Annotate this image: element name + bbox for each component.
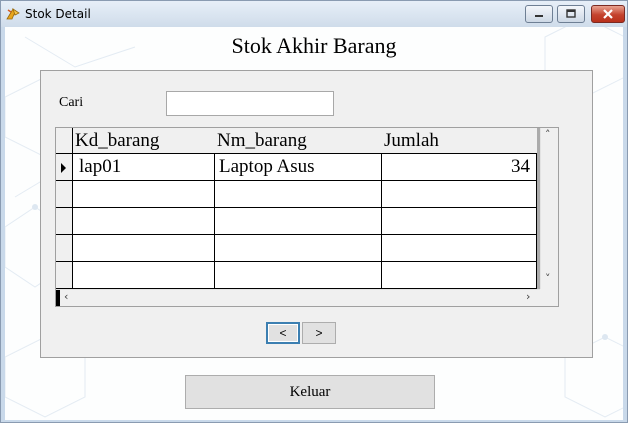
- search-label: Cari: [59, 95, 84, 110]
- row-header[interactable]: [56, 181, 73, 208]
- grid-corner-header[interactable]: [56, 128, 73, 154]
- cell-kd-barang[interactable]: lap01: [73, 154, 215, 181]
- title-bar[interactable]: Stok Detail: [1, 1, 627, 27]
- previous-page-button[interactable]: <: [266, 322, 300, 344]
- vertical-scrollbar[interactable]: ˄ ˅: [540, 128, 558, 290]
- stock-data-grid[interactable]: Kd_barang Nm_barang Jumlah lap01 Laptop …: [55, 127, 559, 307]
- table-row[interactable]: lap01 Laptop Asus 34: [56, 154, 537, 181]
- table-row[interactable]: [56, 208, 537, 235]
- cell-jumlah[interactable]: [382, 235, 537, 262]
- stock-panel: Cari Kd_barang Nm_barang Jumlah lap01 La…: [40, 70, 593, 358]
- cell-kd-barang[interactable]: [73, 235, 215, 262]
- cell-kd-barang[interactable]: [73, 208, 215, 235]
- column-header-jumlah[interactable]: Jumlah: [382, 128, 537, 154]
- cell-jumlah[interactable]: 34: [382, 154, 537, 181]
- scroll-up-icon[interactable]: ˄: [545, 128, 551, 141]
- cell-nm-barang[interactable]: Laptop Asus: [215, 154, 382, 181]
- scroll-down-icon[interactable]: ˅: [545, 272, 551, 285]
- app-icon: [6, 8, 20, 20]
- current-row-pointer-icon: [61, 163, 66, 173]
- cell-jumlah[interactable]: [382, 208, 537, 235]
- table-row[interactable]: [56, 235, 537, 262]
- scroll-right-icon[interactable]: ›: [526, 290, 530, 303]
- app-window: Stok Detail Stok Akhir Barang Cari Kd_ba…: [0, 0, 628, 423]
- row-header[interactable]: [56, 262, 73, 289]
- cell-jumlah[interactable]: [382, 262, 537, 289]
- horizontal-scrollbar[interactable]: ‹ ›: [56, 289, 541, 306]
- cell-nm-barang[interactable]: [215, 235, 382, 262]
- cell-kd-barang[interactable]: [73, 181, 215, 208]
- row-header[interactable]: [56, 208, 73, 235]
- cell-nm-barang[interactable]: [215, 181, 382, 208]
- page-title: Stok Akhir Barang: [231, 33, 397, 58]
- form-client-area: Stok Akhir Barang Cari Kd_barang Nm_bara…: [5, 27, 623, 420]
- row-header[interactable]: [56, 154, 73, 181]
- maximize-icon: [566, 9, 576, 18]
- window-title: Stok Detail: [25, 7, 91, 21]
- table-row[interactable]: [56, 181, 537, 208]
- grid-header-row: Kd_barang Nm_barang Jumlah: [56, 128, 537, 154]
- column-header-kd-barang[interactable]: Kd_barang: [73, 128, 215, 154]
- close-button[interactable]: [591, 5, 625, 23]
- minimize-button[interactable]: [525, 5, 553, 23]
- cell-jumlah[interactable]: [382, 181, 537, 208]
- exit-button[interactable]: Keluar: [185, 375, 435, 409]
- scrollbar-corner: [540, 289, 558, 306]
- search-input[interactable]: [166, 91, 334, 116]
- cell-kd-barang[interactable]: [73, 262, 215, 289]
- row-header[interactable]: [56, 235, 73, 262]
- grid-edge-marker: [56, 290, 60, 306]
- close-icon: [603, 9, 613, 19]
- scroll-left-icon[interactable]: ‹: [64, 290, 68, 303]
- column-header-nm-barang[interactable]: Nm_barang: [215, 128, 382, 154]
- table-row[interactable]: [56, 262, 537, 289]
- next-page-button[interactable]: >: [302, 322, 336, 344]
- cell-nm-barang[interactable]: [215, 262, 382, 289]
- minimize-icon: [535, 15, 543, 17]
- maximize-button[interactable]: [557, 5, 585, 23]
- cell-nm-barang[interactable]: [215, 208, 382, 235]
